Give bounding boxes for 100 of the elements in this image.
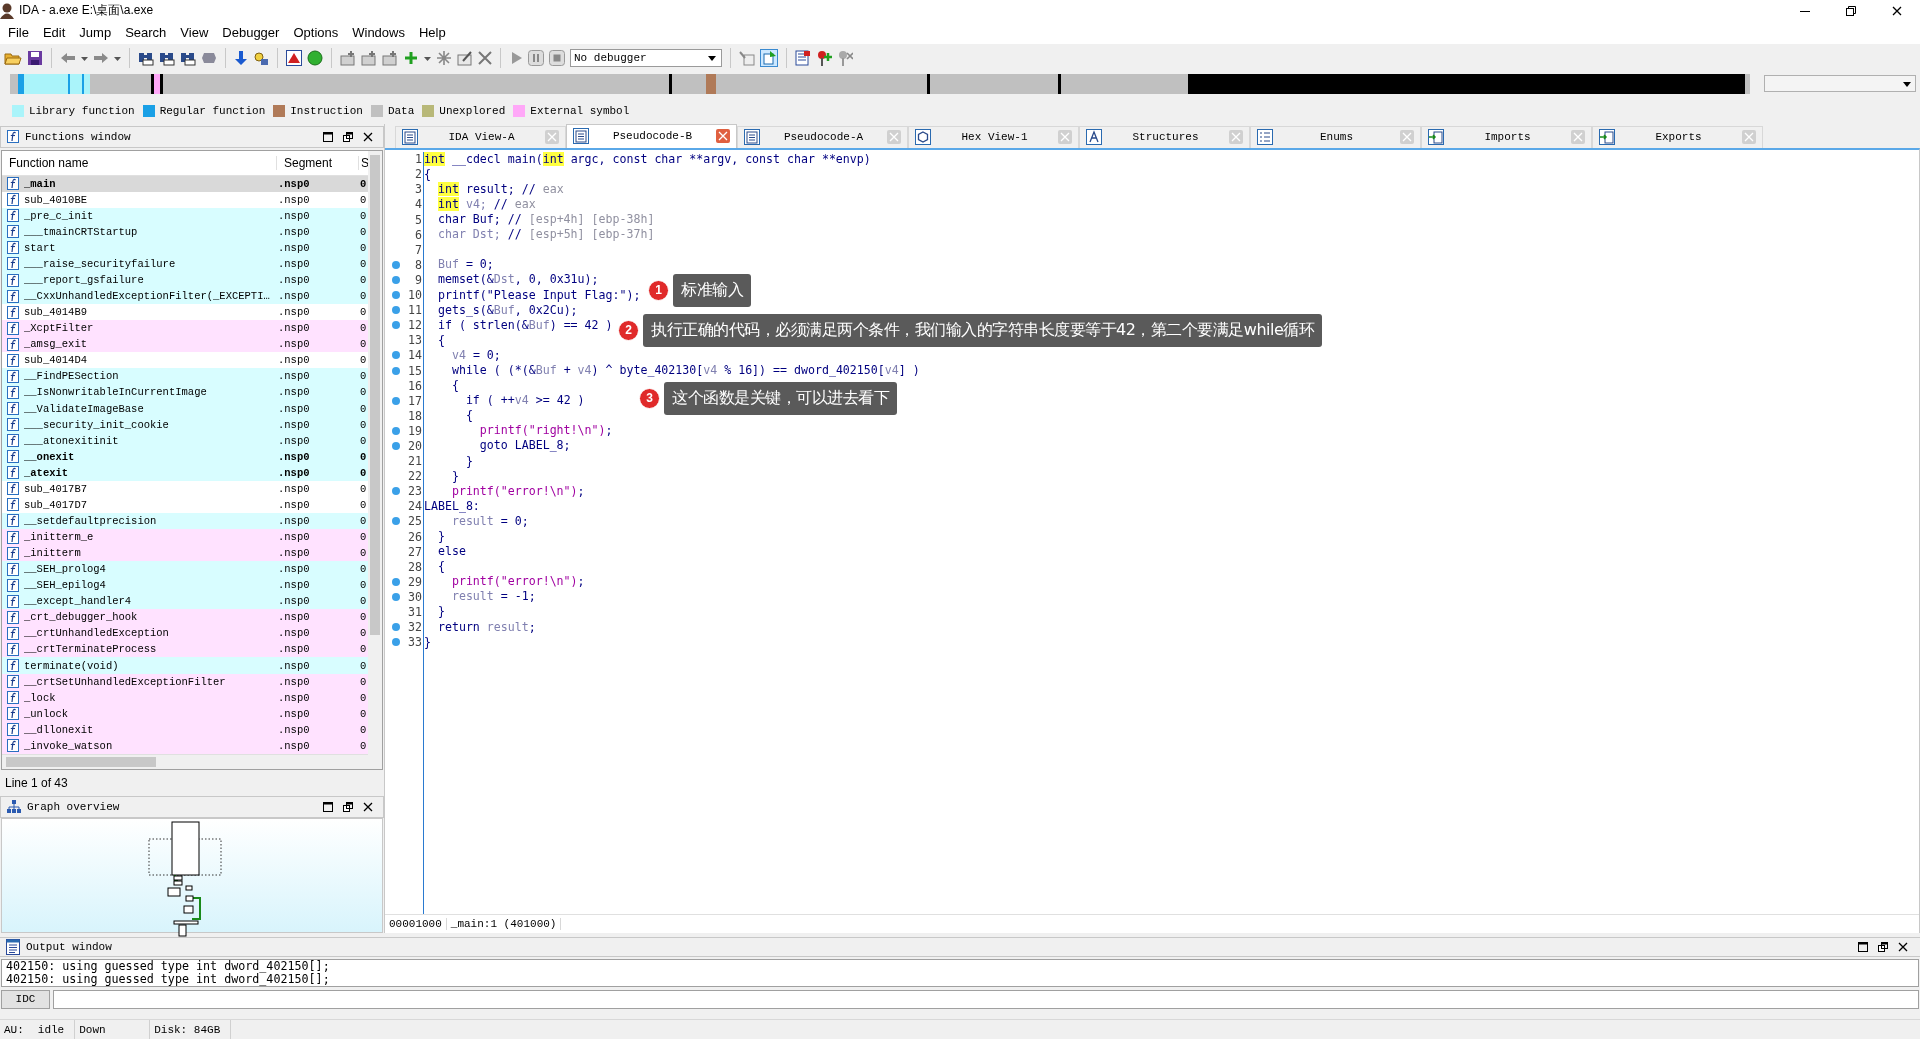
add-icon[interactable] bbox=[382, 49, 398, 66]
restore-icon[interactable] bbox=[1846, 5, 1856, 16]
tab[interactable]: IDA View-A bbox=[395, 125, 566, 148]
step-icon[interactable] bbox=[760, 48, 778, 67]
breakpoint-dot[interactable] bbox=[392, 623, 400, 632]
close-icon[interactable] bbox=[363, 131, 373, 142]
function-row[interactable]: terminate(void) .nsp0 0 bbox=[2, 657, 368, 674]
segment-name: .nsp0 bbox=[278, 354, 311, 367]
function-row[interactable]: _amsg_exit .nsp0 0 bbox=[2, 336, 368, 353]
save-icon[interactable] bbox=[27, 49, 43, 66]
function-row[interactable]: __SEH_prolog4 .nsp0 0 bbox=[2, 561, 368, 578]
function-row[interactable]: _XcptFilter .nsp0 0 bbox=[2, 320, 368, 337]
line-number: 15 bbox=[407, 363, 423, 378]
breakpoint-dot[interactable] bbox=[392, 321, 400, 330]
breakpoint-dot[interactable] bbox=[392, 351, 400, 360]
debugger-dropdown[interactable]: No debugger bbox=[570, 48, 722, 67]
breakpoint-dot[interactable] bbox=[392, 442, 400, 450]
breakpoint-dot[interactable] bbox=[392, 638, 400, 647]
function-row[interactable]: _initterm .nsp0 0 bbox=[2, 545, 368, 562]
menu-item[interactable]: Debugger bbox=[216, 23, 288, 43]
add-icon[interactable] bbox=[361, 49, 377, 66]
code-line: int v4; // eax bbox=[436, 196, 536, 211]
menu-item[interactable]: Options bbox=[287, 23, 347, 43]
navigation-band[interactable] bbox=[10, 73, 1750, 94]
close-icon[interactable] bbox=[363, 801, 373, 812]
function-row[interactable]: __CxxUnhandledExceptionFilter(_EXCEPTI… .nsp0 0 bbox=[2, 288, 368, 305]
breakpoint-dot[interactable] bbox=[392, 260, 400, 269]
function-row[interactable]: _crt_debugger_hook .nsp0 0 bbox=[2, 609, 368, 626]
command-field[interactable] bbox=[53, 989, 1919, 1009]
maximize-icon[interactable] bbox=[1858, 942, 1868, 953]
tab[interactable]: Pseudocode-A bbox=[737, 125, 908, 148]
tab[interactable]: Enums bbox=[1250, 125, 1421, 148]
circle-icon[interactable] bbox=[307, 49, 323, 66]
vertical-scrollbar[interactable] bbox=[368, 150, 382, 769]
breakpoint-dot[interactable] bbox=[392, 396, 400, 405]
legend-label: Unexplored bbox=[439, 104, 506, 117]
breakpoint-dot[interactable] bbox=[392, 306, 400, 315]
tab[interactable]: Exports bbox=[1592, 125, 1763, 148]
menu-item[interactable]: Help bbox=[413, 23, 454, 43]
remove-breakpoint-icon[interactable] bbox=[837, 49, 853, 66]
table-cell: 0 bbox=[360, 274, 368, 286]
pause-icon[interactable] bbox=[528, 49, 544, 66]
close-icon[interactable] bbox=[1892, 5, 1902, 16]
function-row[interactable]: __except_handler4 .nsp0 0 bbox=[2, 593, 368, 610]
function-icon bbox=[7, 707, 19, 721]
breakpoint-list-icon[interactable] bbox=[795, 49, 811, 66]
plus-icon[interactable] bbox=[403, 49, 419, 66]
function-row[interactable]: __FindPESection .nsp0 0 bbox=[2, 368, 368, 385]
breakpoint-dot[interactable] bbox=[392, 592, 400, 601]
add-icon[interactable] bbox=[340, 49, 356, 66]
add-breakpoint-icon[interactable] bbox=[816, 49, 832, 66]
column-header[interactable]: Segment bbox=[276, 155, 358, 170]
function-icon bbox=[7, 305, 19, 319]
edit-icon[interactable] bbox=[457, 49, 473, 66]
function-row[interactable]: __ValidateImageBase .nsp0 0 bbox=[2, 400, 368, 417]
function-row[interactable]: __crtTerminateProcess .nsp0 0 bbox=[2, 641, 368, 658]
breakpoint-dot[interactable] bbox=[392, 517, 400, 526]
function-name: _invoke_watson bbox=[24, 739, 114, 752]
function-row[interactable]: __crtUnhandledException .nsp0 0 bbox=[2, 625, 368, 642]
breakpoint-dot[interactable] bbox=[392, 366, 400, 375]
breakpoint-dot[interactable] bbox=[392, 487, 400, 496]
segment-dropdown[interactable] bbox=[1764, 75, 1916, 93]
table-cell: 0 bbox=[360, 643, 368, 656]
function-row[interactable]: __SEH_epilog4 .nsp0 0 bbox=[2, 577, 368, 594]
menu-item[interactable]: Search bbox=[119, 23, 175, 43]
menu-item[interactable]: File bbox=[2, 23, 37, 43]
function-row[interactable]: __IsNonwritableInCurrentImage .nsp0 0 bbox=[2, 384, 368, 401]
menu-item[interactable]: Windows bbox=[346, 23, 413, 43]
breakpoint-dot[interactable] bbox=[392, 426, 400, 435]
breakpoint-dot[interactable] bbox=[392, 291, 400, 300]
line-number: 7 bbox=[414, 242, 423, 257]
warning-icon[interactable] bbox=[286, 49, 302, 66]
code-line: if ( strlen(&Buf) == 42 ) bbox=[436, 317, 613, 332]
stop-icon[interactable] bbox=[549, 49, 565, 66]
float-icon[interactable] bbox=[343, 131, 353, 142]
line-number: 32 bbox=[407, 620, 423, 635]
line-status: Line 1 of 43 bbox=[4, 774, 69, 792]
asterisk-icon[interactable] bbox=[436, 49, 452, 66]
language-button[interactable]: IDC bbox=[1, 989, 50, 1009]
tab[interactable]: Imports bbox=[1421, 125, 1592, 148]
breakpoint-dot[interactable] bbox=[392, 577, 400, 586]
breakpoint-dot[interactable] bbox=[392, 275, 400, 284]
maximize-icon[interactable] bbox=[323, 131, 333, 142]
maximize-icon[interactable] bbox=[323, 801, 333, 812]
play-icon[interactable] bbox=[509, 50, 523, 65]
tab[interactable]: Hex View-1 bbox=[908, 125, 1079, 148]
line-number: 20 bbox=[407, 439, 423, 453]
float-icon[interactable] bbox=[1878, 942, 1888, 953]
tab[interactable]: Pseudocode-B bbox=[566, 123, 737, 148]
function-name: __CxxUnhandledExceptionFilter(_EXCEPTI… bbox=[24, 290, 271, 303]
cross-icon[interactable] bbox=[478, 50, 492, 65]
menu-item[interactable]: Jump bbox=[73, 23, 120, 43]
down-arrow-icon[interactable] bbox=[234, 49, 248, 66]
menu-item[interactable]: View bbox=[174, 23, 217, 43]
tab[interactable]: Structures bbox=[1079, 125, 1250, 148]
menu-item[interactable]: Edit bbox=[36, 23, 74, 43]
listing-icon bbox=[402, 129, 418, 146]
float-icon[interactable] bbox=[343, 801, 353, 812]
column-header[interactable]: Function name bbox=[2, 155, 276, 170]
close-icon[interactable] bbox=[1898, 942, 1908, 953]
